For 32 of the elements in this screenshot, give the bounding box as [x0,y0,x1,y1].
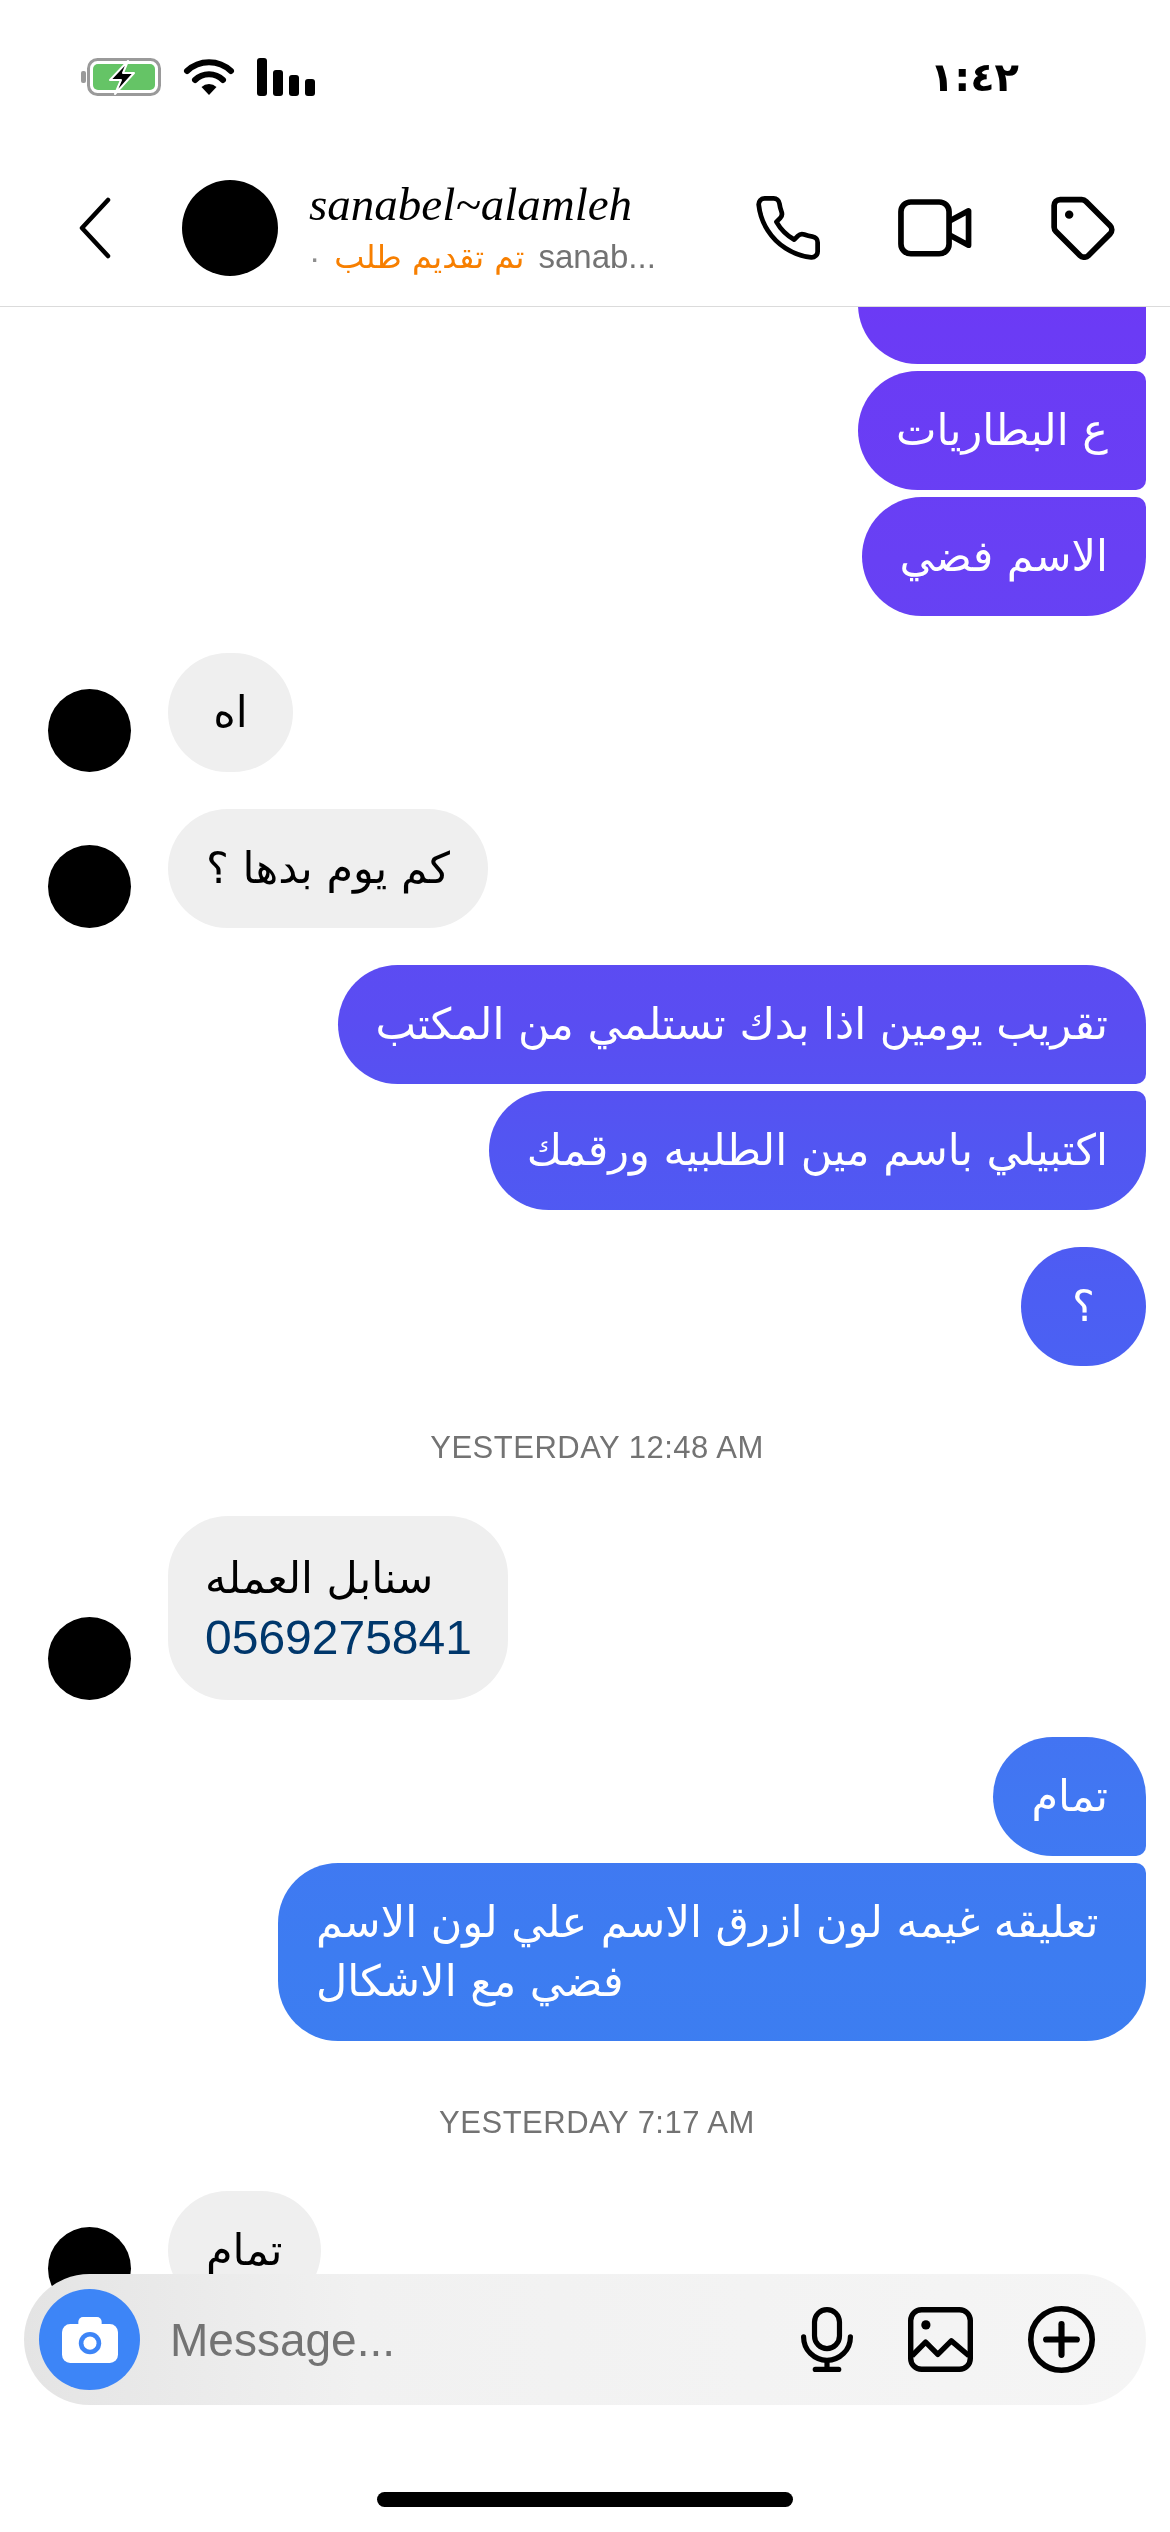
message-input[interactable]: Message... [170,2311,771,2368]
timestamp: YESTERDAY 7:17 AM [439,2104,755,2142]
phone-link[interactable]: 0569275841 [205,1608,472,1667]
phone-icon[interactable] [755,196,821,260]
message-text: تمام [1031,1770,1108,1823]
time: ١:٤٢ [929,53,1019,101]
microphone-icon[interactable] [801,2307,853,2372]
timestamp: YESTERDAY 12:48 AM [430,1429,764,1467]
message-text: ؟ [1072,1280,1095,1333]
image-icon[interactable] [908,2307,973,2372]
message-text: اكتبيلي باسم مين الطلبيه ورقمك [526,1124,1108,1178]
message-text: الاسم فضي [899,530,1108,584]
message-text: تمام [206,2224,283,2277]
message-text: اه [213,686,248,739]
message-text: ع البطاريات [895,404,1108,457]
message-text: كم يوم بدها ؟ [206,842,451,896]
back-icon[interactable] [78,197,112,259]
camera-icon [61,2316,118,2363]
message-text: تقريب يومين اذا بدك تستلمي من المكتب [375,998,1108,1052]
message-text: سنابل العمله [205,1552,434,1605]
camera-button[interactable] [39,2289,140,2390]
battery-charging-icon [81,58,161,96]
username: sanab... [538,237,656,277]
signal-icon [257,58,315,96]
tag-icon[interactable] [1049,196,1117,260]
video-camera-icon[interactable] [898,199,972,257]
message-text: تعليقه غيمه لون ازرق الاسم علي لون الاسم فضي مع الاشكال [316,1896,1100,2009]
add-icon[interactable] [1028,2306,1095,2373]
contact-name: sanabel~alamleh [309,179,633,229]
separator-dot: · [309,237,321,277]
request-status: تم تقديم طلب [334,237,525,277]
wifi-icon [183,58,235,96]
